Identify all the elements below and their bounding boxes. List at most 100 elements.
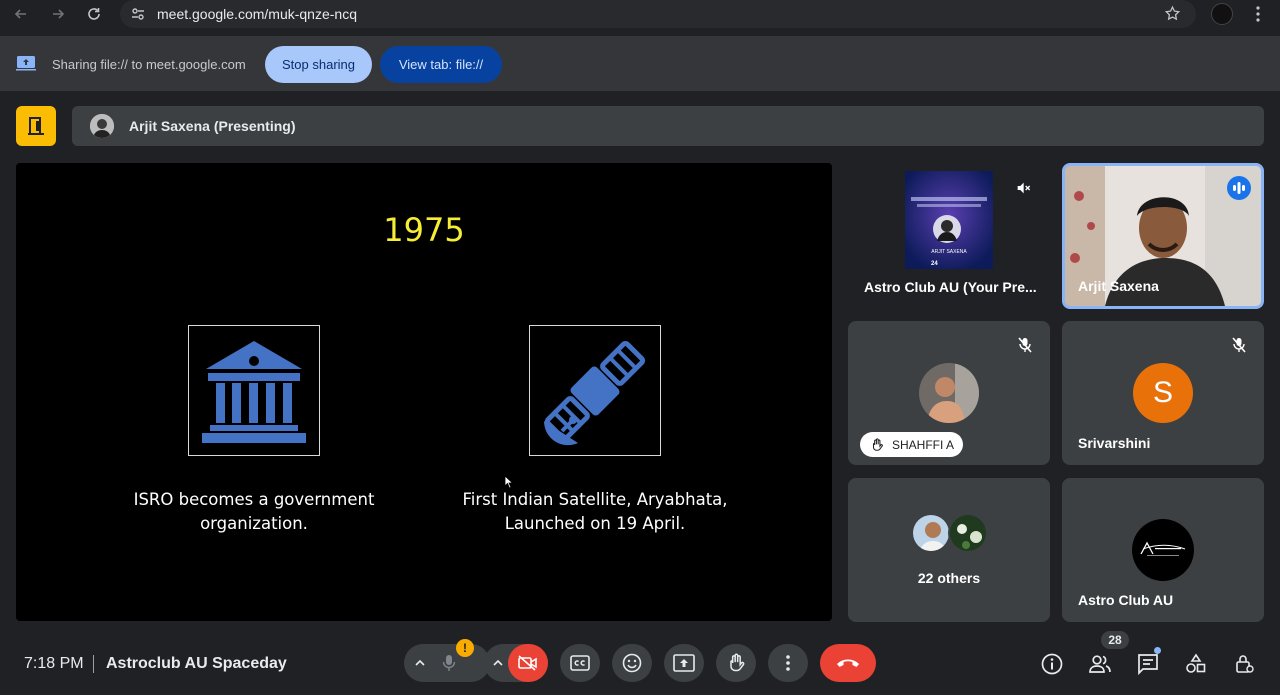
mic-muted-indicator: [1012, 332, 1038, 358]
presenter-name: Arjit Saxena (Presenting): [129, 118, 296, 134]
participant-tile-others[interactable]: 22 others: [848, 478, 1050, 622]
end-call-icon: [837, 659, 859, 667]
forward-arrow-icon: [53, 9, 65, 19]
info-icon: [1041, 653, 1063, 675]
screen-share-icon: [16, 56, 36, 71]
camera-toggle-button[interactable]: [508, 644, 548, 682]
participant-name: Arjit Saxena: [1078, 278, 1159, 294]
avatar: [948, 513, 988, 553]
mic-off-icon: [1232, 337, 1246, 353]
leave-call-button[interactable]: [820, 644, 876, 682]
slide-caption-left: ISRO becomes a government organization.: [94, 488, 414, 536]
shapes-icon: [1186, 653, 1206, 673]
astro-club-logo: [1132, 519, 1194, 581]
participant-tile-presentation[interactable]: ARJIT SAXENA 24 Astro Club AU (Your Pre.…: [848, 163, 1050, 309]
caption-line: organization.: [200, 514, 308, 533]
camera-off-icon: [518, 655, 537, 671]
participant-tile-astro-club[interactable]: Astro Club AU: [1062, 478, 1264, 622]
avatar: S: [1133, 363, 1193, 423]
event-poster-thumbnail: ARJIT SAXENA 24: [905, 171, 993, 269]
mic-off-icon: [1018, 337, 1032, 353]
people-button[interactable]: [1087, 651, 1113, 677]
back-button[interactable]: [11, 4, 31, 24]
activities-button[interactable]: [1183, 651, 1209, 677]
participant-tile-srivarshini[interactable]: S Srivarshini: [1062, 321, 1264, 465]
url-text: meet.google.com/muk-qnze-ncq: [157, 6, 357, 22]
mic-disabled-icon[interactable]: [442, 654, 456, 672]
meeting-title: Astroclub AU Spaceday: [106, 655, 287, 672]
caption-line: First Indian Satellite, Aryabhata,: [462, 490, 728, 509]
avatar: [919, 363, 979, 423]
meeting-clock: 7:18 PM: [24, 655, 84, 672]
presentation-audio-muted-indicator: [1010, 175, 1036, 201]
caption-line: ISRO becomes a government: [133, 490, 375, 509]
poster-date: 24: [931, 261, 938, 267]
presenter-banner: Arjit Saxena (Presenting): [72, 106, 1264, 146]
slide-icon-box-left: [188, 325, 320, 456]
mic-alert-badge[interactable]: !: [456, 639, 474, 657]
address-bar[interactable]: meet.google.com/muk-qnze-ncq: [120, 0, 1196, 28]
chat-button[interactable]: [1135, 651, 1161, 677]
chat-icon: [1138, 654, 1158, 675]
present-icon: [673, 654, 695, 672]
mic-control-group: !: [404, 639, 490, 682]
reactions-button[interactable]: [612, 644, 652, 682]
presentation-layout-button[interactable]: [16, 106, 56, 146]
participant-tile-active-speaker[interactable]: Arjit Saxena: [1062, 163, 1264, 309]
meeting-controls-bar: 7:18 PM Astroclub AU Spaceday ! 28: [0, 630, 1280, 695]
participant-name: SHAHFFI A: [892, 437, 955, 452]
captions-button[interactable]: [560, 644, 600, 682]
raise-hand-button[interactable]: [716, 644, 756, 682]
slide-caption-right: First Indian Satellite, Aryabhata, Launc…: [435, 488, 755, 536]
slide-year-title: 1975: [383, 211, 465, 249]
satellite-icon: [543, 340, 646, 445]
more-options-button[interactable]: [768, 644, 808, 682]
mic-muted-indicator: [1226, 332, 1252, 358]
reload-button[interactable]: [84, 4, 104, 24]
participant-tile-shahffi[interactable]: SHAHFFI A: [848, 321, 1050, 465]
unread-chat-dot: [1154, 647, 1161, 654]
divider: [93, 655, 94, 673]
raised-hand-icon: [872, 437, 883, 451]
meeting-details-button[interactable]: [1039, 651, 1065, 677]
audio-level-icon: [1233, 182, 1245, 194]
site-settings-icon[interactable]: [130, 6, 146, 22]
people-icon: [1089, 655, 1111, 673]
more-vert-icon: [786, 655, 790, 671]
stop-sharing-button[interactable]: Stop sharing: [265, 46, 372, 83]
presenter-avatar: [90, 114, 114, 138]
hand-raised-badge: SHAHFFI A: [860, 432, 963, 457]
screen-sharing-bar: Sharing file:// to meet.google.com Stop …: [0, 36, 1280, 91]
video-options-chevron-icon[interactable]: [492, 657, 504, 669]
participant-count-badge: 28: [1101, 631, 1129, 649]
forward-button[interactable]: [48, 4, 68, 24]
door-icon: [28, 117, 44, 135]
closed-captions-icon: [570, 655, 590, 671]
present-screen-button[interactable]: [664, 644, 704, 682]
speaking-indicator: [1227, 176, 1251, 200]
others-count-label: 22 others: [917, 570, 981, 586]
browser-menu-icon[interactable]: [1251, 5, 1265, 23]
view-tab-button[interactable]: View tab: file://: [380, 46, 502, 83]
emoji-icon: [622, 653, 642, 673]
participant-name: Srivarshini: [1078, 435, 1151, 451]
caption-line: Launched on 19 April.: [504, 514, 686, 533]
back-arrow-icon: [14, 9, 26, 19]
speaker-muted-icon: [1017, 182, 1031, 194]
hand-icon: [730, 653, 745, 672]
mouse-cursor-icon: [504, 475, 514, 489]
browser-toolbar: meet.google.com/muk-qnze-ncq: [0, 0, 1280, 28]
slide-icon-box-right: [529, 325, 661, 456]
audio-options-chevron-icon[interactable]: [414, 657, 426, 669]
sharing-status-text: Sharing file:// to meet.google.com: [52, 57, 246, 72]
reload-icon: [88, 8, 100, 20]
host-lock-icon: [1236, 655, 1254, 673]
participant-name: Astro Club AU (Your Pre...: [864, 279, 1037, 295]
participant-name: Astro Club AU: [1078, 592, 1174, 608]
host-controls-button[interactable]: [1231, 651, 1257, 677]
presented-slide: 1975 ISRO becomes a government organizat…: [16, 163, 832, 621]
bookmark-star-icon[interactable]: [1164, 5, 1181, 22]
poster-name: ARJIT SAXENA: [931, 249, 967, 255]
profile-avatar[interactable]: [1211, 3, 1233, 25]
government-building-icon: [202, 340, 306, 443]
